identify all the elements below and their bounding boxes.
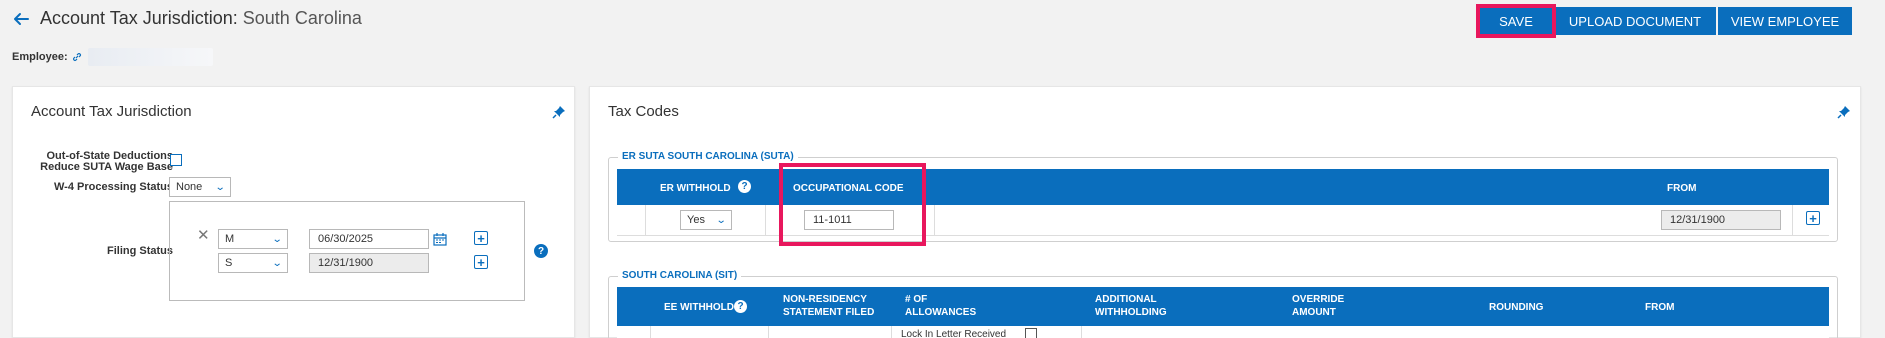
col-er-withhold: ER WITHHOLD <box>660 183 731 194</box>
pin-icon[interactable] <box>1837 105 1851 119</box>
er-withhold-select[interactable]: Yes ⌄ <box>680 210 732 230</box>
upload-document-button[interactable]: UPLOAD DOCUMENT <box>1554 7 1716 35</box>
col-from: FROM <box>1667 183 1697 194</box>
add-suta-button[interactable]: + <box>1806 211 1820 225</box>
employee-row: Employee: <box>12 48 213 66</box>
view-employee-button[interactable]: VIEW EMPLOYEE <box>1718 7 1852 35</box>
col-rounding: ROUNDING <box>1489 302 1544 313</box>
col-non-residency: NON-RESIDENCY STATEMENT FILED <box>783 294 875 318</box>
chevron-down-icon: ⌄ <box>271 257 283 269</box>
help-icon[interactable]: ? <box>534 244 548 258</box>
help-icon[interactable]: ? <box>734 300 747 313</box>
panel-title: Tax Codes <box>608 103 679 120</box>
occupational-code-highlight-box <box>779 163 926 246</box>
chevron-down-icon: ⌄ <box>214 181 226 193</box>
filing-status-select-1[interactable]: M ⌄ <box>218 229 288 249</box>
remove-icon[interactable]: ✕ <box>197 226 210 244</box>
col-allowances: # OF ALLOWANCES <box>905 294 977 318</box>
oos-deductions-label: Out-of-State Deductions Reduce SUTA Wage… <box>40 150 173 173</box>
page-title-prefix: Account Tax Jurisdiction: <box>40 8 238 28</box>
w4-status-select[interactable]: None ⌄ <box>169 177 231 197</box>
sit-table-row <box>617 326 1829 338</box>
pin-icon[interactable] <box>552 105 566 119</box>
back-arrow-icon[interactable] <box>12 10 30 28</box>
page-title: Account Tax Jurisdiction: South Carolina <box>40 8 362 29</box>
filing-date-input-2[interactable]: 12/31/1900 <box>309 253 429 273</box>
lock-in-letter-label: Lock In Letter Received <box>901 329 1007 338</box>
suta-section-title: ER SUTA SOUTH CAROLINA (SUTA) <box>618 151 798 162</box>
panel-title: Account Tax Jurisdiction <box>31 103 192 120</box>
col-ee-withhold: EE WITHHOLD <box>664 302 734 313</box>
employee-name-redacted[interactable] <box>87 48 213 66</box>
lock-in-letter-checkbox[interactable] <box>1025 328 1037 338</box>
add-filing-button-1[interactable]: + <box>474 231 488 245</box>
oos-deductions-checkbox[interactable] <box>170 154 182 166</box>
link-icon[interactable] <box>72 52 82 62</box>
add-filing-button-2[interactable]: + <box>474 255 488 269</box>
sit-section-title: SOUTH CAROLINA (SIT) <box>618 270 742 281</box>
filing-status-label: Filing Status <box>107 245 173 257</box>
filing-status-box <box>169 201 525 301</box>
col-override-amount: OVERRIDE AMOUNT <box>1292 294 1345 318</box>
save-highlight-box <box>1476 4 1556 38</box>
col-additional-withholding: ADDITIONAL WITHHOLDING <box>1095 294 1167 318</box>
jurisdiction-name: South Carolina <box>242 8 362 28</box>
chevron-down-icon: ⌄ <box>715 214 727 226</box>
filing-date-input-1[interactable]: 06/30/2025 <box>309 229 429 249</box>
w4-status-label: W-4 Processing Status <box>54 181 173 193</box>
help-icon[interactable]: ? <box>738 180 751 193</box>
col-sit-from: FROM <box>1645 302 1675 313</box>
chevron-down-icon: ⌄ <box>271 233 283 245</box>
calendar-icon[interactable] <box>433 233 447 246</box>
account-tax-jurisdiction-panel: Account Tax Jurisdiction Out-of-State De… <box>12 86 575 338</box>
filing-status-select-2[interactable]: S ⌄ <box>218 253 288 273</box>
suta-from-date[interactable]: 12/31/1900 <box>1661 210 1781 230</box>
employee-label: Employee: <box>12 51 68 63</box>
